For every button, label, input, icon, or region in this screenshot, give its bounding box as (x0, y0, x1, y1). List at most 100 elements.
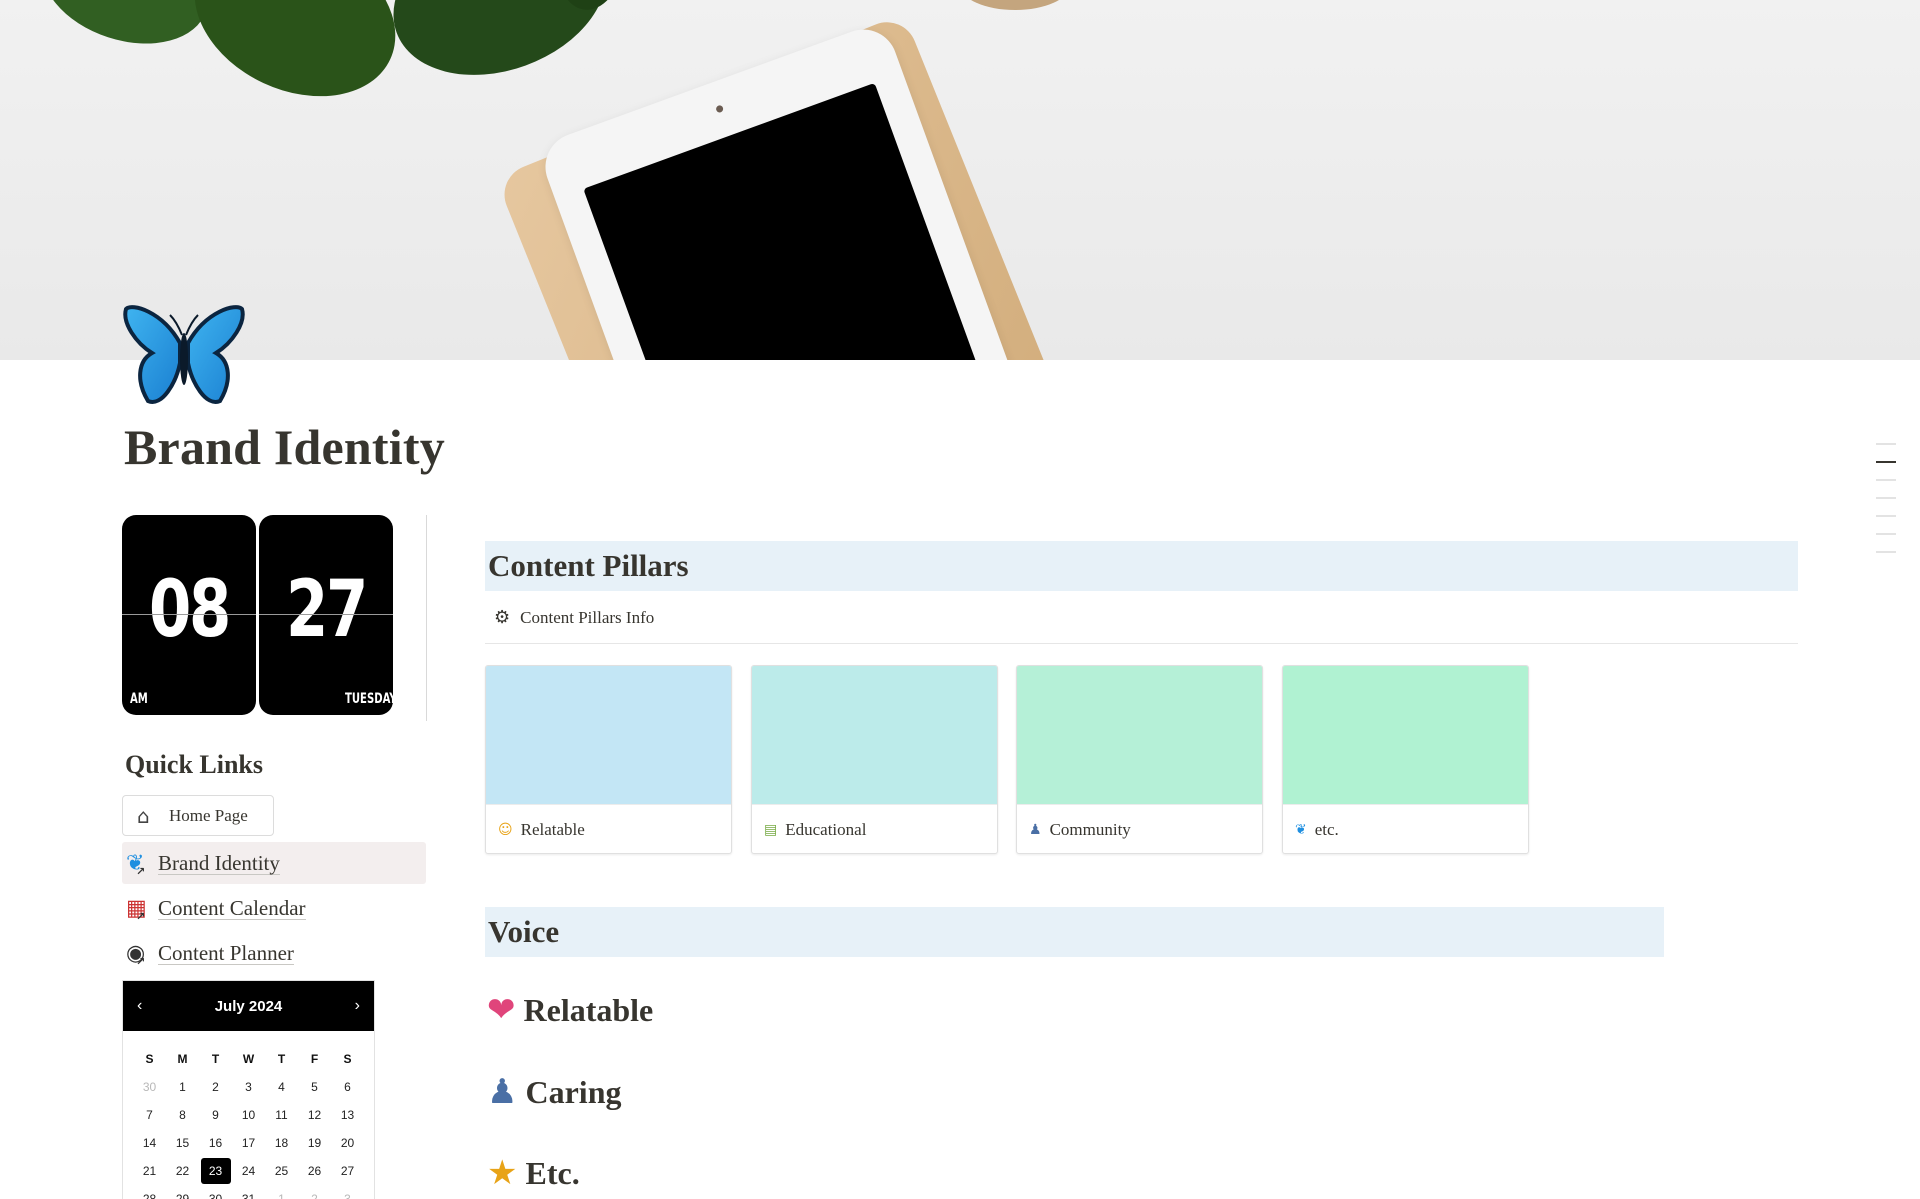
butterfly-icon: ❦ (1295, 821, 1307, 838)
sparkling-heart-icon: ❤ (487, 990, 516, 1030)
calendar-day-number: 21 (142, 1164, 157, 1178)
voice-item-relatable: ❤ Relatable (487, 990, 653, 1030)
calendar-day-number: 2 (212, 1080, 219, 1094)
calendar-day-number: 6 (344, 1080, 351, 1094)
calendar-day[interactable]: 13 (331, 1101, 364, 1129)
calendar-day[interactable]: 30 (133, 1073, 166, 1101)
palette-icon: ⚙ (494, 607, 511, 628)
calendar-day-number: 22 (175, 1164, 190, 1178)
calendar-day[interactable]: 4 (265, 1073, 298, 1101)
card-title: Relatable (520, 819, 585, 839)
calendar-day[interactable]: 2 (199, 1073, 232, 1101)
calendar-day[interactable]: 16 (199, 1129, 232, 1157)
calendar-day[interactable]: 20 (331, 1129, 364, 1157)
pillar-card-etc[interactable]: ❦ etc. (1282, 665, 1529, 854)
calendar-day-number: 30 (142, 1080, 157, 1094)
butterfly-icon: ❦ ↗ (126, 850, 146, 878)
calendar-day[interactable]: 5 (298, 1073, 331, 1101)
pillar-card-relatable[interactable]: ☺ Relatable (485, 665, 732, 854)
quick-link-content-calendar[interactable]: ▦ ↗ Content Calendar (122, 887, 426, 929)
pillar-card-community[interactable]: ♟ Community (1016, 665, 1263, 854)
calendar-day-number: 15 (175, 1136, 190, 1150)
star-struck-face-icon: ★ (487, 1153, 518, 1193)
calendar-day-number: 1 (278, 1192, 285, 1199)
calendar-day[interactable]: 30 (199, 1185, 232, 1199)
calendar-prev-button[interactable]: ‹ (137, 997, 142, 1015)
home-page-button[interactable]: ⌂ Home Page (122, 795, 274, 836)
movie-camera-icon: ◉ ↗ (126, 940, 146, 968)
content-pillars-heading: Content Pillars (485, 541, 1798, 591)
calendar-day[interactable]: 1 (166, 1073, 199, 1101)
table-of-contents-rail[interactable] (1876, 443, 1896, 569)
calendar-day[interactable]: 8 (166, 1101, 199, 1129)
toc-marker[interactable] (1876, 443, 1896, 445)
toc-marker[interactable] (1876, 479, 1896, 481)
calendar-day[interactable]: 3 (331, 1185, 364, 1199)
books-icon: ▤ (764, 821, 778, 838)
calendar-day-number: 18 (274, 1136, 289, 1150)
calendar-day[interactable]: 24 (232, 1157, 265, 1185)
calendar-day[interactable]: 15 (166, 1129, 199, 1157)
calendar-day[interactable]: 7 (133, 1101, 166, 1129)
calendar-day-today[interactable]: 23 (199, 1157, 232, 1185)
calendar-day-number: 4 (278, 1080, 285, 1094)
calendar-next-button[interactable]: › (355, 997, 360, 1015)
calendar-day-number: 3 (245, 1080, 252, 1094)
calendar-day[interactable]: 1 (265, 1185, 298, 1199)
weekday-label: S (343, 1052, 352, 1066)
calendar-day[interactable]: 18 (265, 1129, 298, 1157)
weekday-label: F (310, 1052, 319, 1066)
calendar-day-number: 17 (241, 1136, 256, 1150)
calendar-day[interactable]: 10 (232, 1101, 265, 1129)
calendar-day[interactable]: 26 (298, 1157, 331, 1185)
butterfly-icon[interactable] (122, 303, 246, 407)
calendar-day[interactable]: 9 (199, 1101, 232, 1129)
view-divider (485, 643, 1798, 644)
clock-hour-card: 08 AM (122, 515, 256, 715)
calendar-day-number: 11 (275, 1108, 288, 1122)
calendar-day[interactable]: 6 (331, 1073, 364, 1101)
content-pillars-view-tab[interactable]: ⚙ Content Pillars Info (494, 607, 654, 628)
calendar-day[interactable]: 11 (265, 1101, 298, 1129)
calendar-day[interactable]: 2 (298, 1185, 331, 1199)
calendar-day-number: 25 (274, 1164, 289, 1178)
pillar-card-educational[interactable]: ▤ Educational (751, 665, 998, 854)
card-title: Educational (785, 819, 867, 839)
clock-weekday: TUESDAY (344, 691, 397, 707)
toc-marker[interactable] (1876, 515, 1896, 517)
calendar-day[interactable]: 3 (232, 1073, 265, 1101)
quick-link-content-planner[interactable]: ◉ ↗ Content Planner (122, 932, 426, 974)
voice-item-etc: ★ Etc. (487, 1153, 580, 1193)
calendar-day-number: 16 (208, 1136, 223, 1150)
calendar-day-number: 30 (208, 1192, 223, 1199)
calendar-day-number: 12 (307, 1108, 322, 1122)
toc-marker-active[interactable] (1876, 461, 1896, 463)
calendar-day[interactable]: 29 (166, 1185, 199, 1199)
calendar-day-number: 1 (179, 1080, 186, 1094)
quick-link-brand-identity[interactable]: ❦ ↗ Brand Identity (122, 842, 426, 884)
toc-marker[interactable] (1876, 551, 1896, 553)
calendar-day[interactable]: 27 (331, 1157, 364, 1185)
calendar-day[interactable]: 21 (133, 1157, 166, 1185)
calendar-day[interactable]: 19 (298, 1129, 331, 1157)
house-icon: ⌂ (137, 803, 150, 828)
calendar-day-number: 10 (241, 1108, 256, 1122)
quick-link-label: Content Planner (158, 940, 294, 965)
page-title: Brand Identity (124, 419, 445, 475)
calendar-day[interactable]: 25 (265, 1157, 298, 1185)
card-cover (1017, 666, 1262, 804)
grinning-sweat-face-icon: ☺ (498, 821, 513, 838)
calendar-day-number: 19 (307, 1136, 322, 1150)
calendar-day[interactable]: 17 (232, 1129, 265, 1157)
toc-marker[interactable] (1876, 497, 1896, 499)
calendar-day-number: 31 (241, 1192, 256, 1199)
quick-links-heading: Quick Links (125, 750, 264, 779)
voice-heading: Voice (485, 907, 1664, 957)
calendar-day[interactable]: 28 (133, 1185, 166, 1199)
calendar-day-number: 14 (142, 1136, 157, 1150)
calendar-day[interactable]: 22 (166, 1157, 199, 1185)
calendar-day[interactable]: 31 (232, 1185, 265, 1199)
calendar-day[interactable]: 12 (298, 1101, 331, 1129)
calendar-day[interactable]: 14 (133, 1129, 166, 1157)
toc-marker[interactable] (1876, 533, 1896, 535)
